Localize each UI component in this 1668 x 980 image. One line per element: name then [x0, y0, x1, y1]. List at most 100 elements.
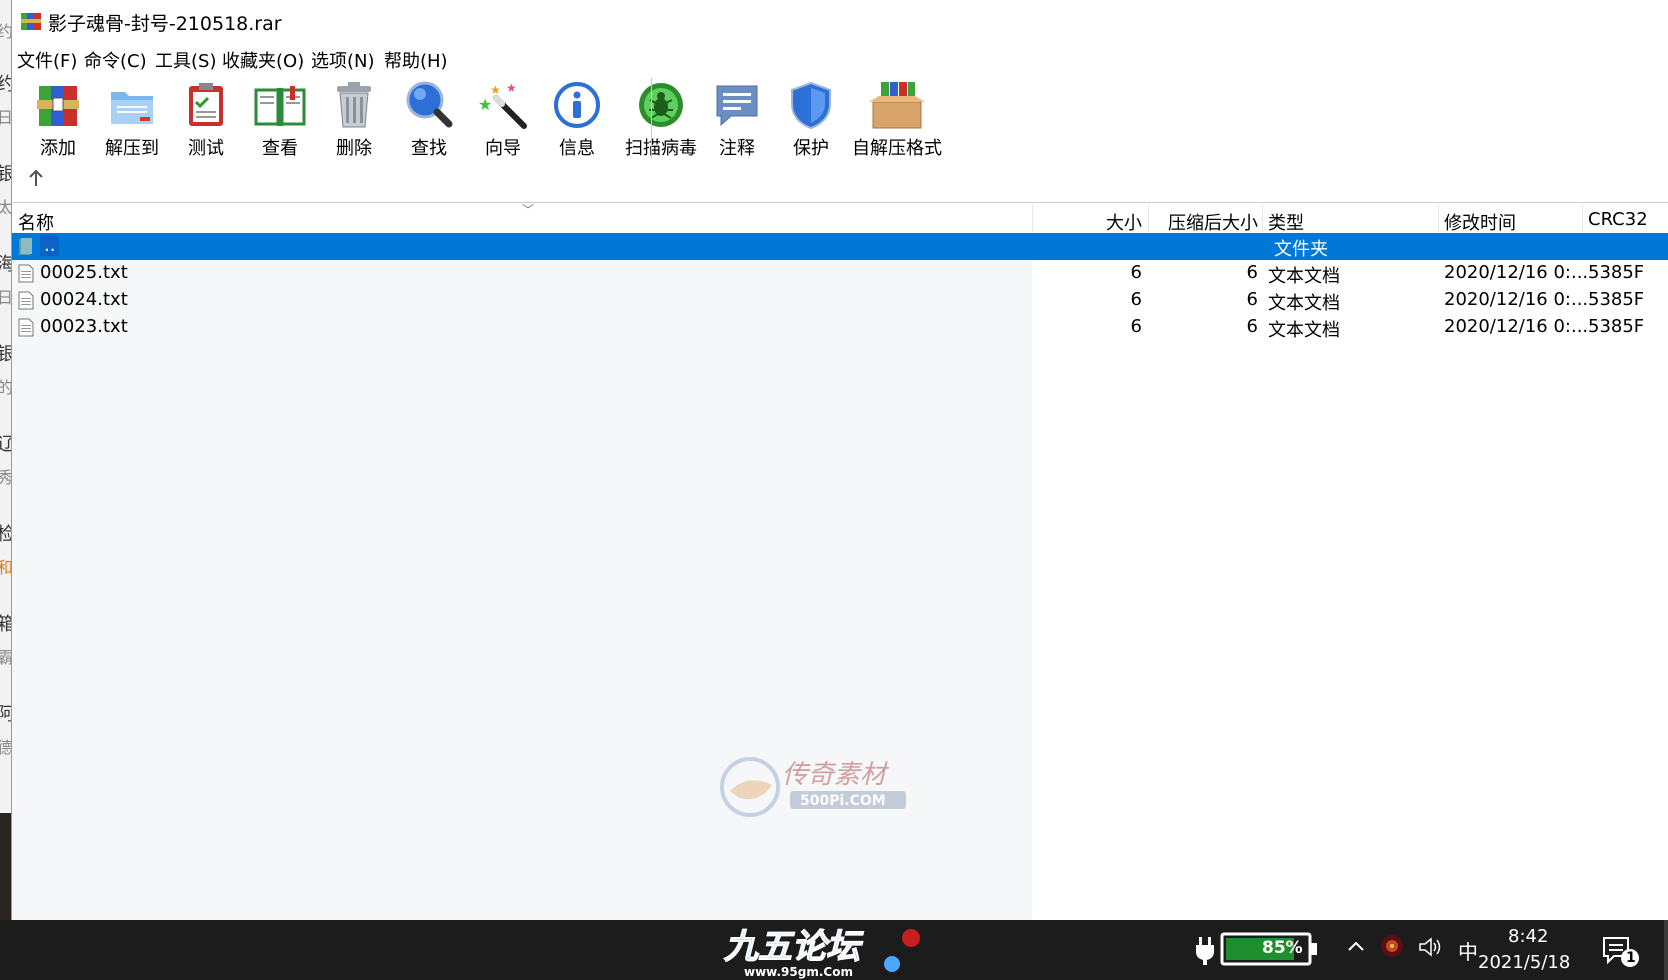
- volume-button[interactable]: [1418, 936, 1442, 963]
- winrar-window: 影子魂骨-封号-210518.rar 文件(F) 命令(C) 工具(S) 收藏夹…: [12, 0, 1668, 920]
- menu-commands[interactable]: 命令(C): [84, 47, 147, 73]
- up-one-level-button[interactable]: [26, 168, 50, 192]
- power-plug-icon: [1196, 937, 1214, 965]
- virus-scan-button[interactable]: 扫描病毒: [616, 76, 706, 166]
- menu-help[interactable]: 帮助(H): [384, 47, 448, 73]
- find-button[interactable]: 查找: [390, 76, 468, 166]
- notification-count: 1: [1626, 950, 1636, 966]
- clock-date[interactable]: 2021/5/18: [1478, 952, 1570, 973]
- tray-app-icon: [1381, 935, 1403, 957]
- svg-text:★: ★: [506, 81, 517, 95]
- extract-folder-icon: [111, 92, 153, 124]
- extract-to-button[interactable]: 解压到: [93, 76, 171, 166]
- sfx-box-icon: [869, 82, 925, 129]
- bg-glyph: 和: [0, 554, 11, 578]
- row-crc: 5385F: [1588, 316, 1645, 337]
- forum-logo-url: www.95gm.Com: [744, 965, 853, 979]
- row-modified: 2020/12/16 0:...: [1444, 262, 1589, 283]
- add-button[interactable]: 添加: [19, 76, 97, 166]
- tray-app-button[interactable]: [1380, 934, 1404, 963]
- folder-up-icon: [19, 238, 32, 255]
- watermark-url: 500Pi.COM: [800, 793, 886, 809]
- row-type: 文件夹: [1274, 239, 1328, 260]
- comment-button-label: 注释: [719, 138, 755, 159]
- menu-tools[interactable]: 工具(S): [155, 47, 216, 73]
- file-list-header: ﹀ 名称 大小 压缩后大小 类型 修改时间 CRC32: [12, 202, 1668, 234]
- column-size[interactable]: 大小: [1036, 209, 1142, 235]
- menu-options[interactable]: 选项(N): [311, 47, 375, 73]
- row-size: 6: [1130, 289, 1142, 310]
- show-hidden-icons-button[interactable]: [1346, 936, 1366, 961]
- row-packed: 6: [1246, 262, 1258, 283]
- view-button[interactable]: 查看: [241, 76, 319, 166]
- view-book-icon: [254, 86, 306, 126]
- window-title: 影子魂骨-封号-210518.rar: [48, 13, 282, 35]
- bg-glyph: 银: [0, 340, 11, 366]
- virus-scan-icon: [639, 83, 683, 127]
- list-row-file[interactable]: 00025.txt 6 6 文本文档 2020/12/16 0:... 5385…: [12, 260, 1668, 287]
- ime-indicator[interactable]: 中: [1458, 936, 1478, 965]
- column-modified[interactable]: 修改时间: [1444, 209, 1576, 235]
- bg-glyph: 海: [0, 250, 11, 276]
- sfx-button[interactable]: 自解压格式: [850, 76, 944, 166]
- wizard-button-label: 向导: [485, 138, 521, 159]
- arrow-up-icon: [29, 169, 43, 186]
- list-row-parent-folder[interactable]: .. 文件夹: [12, 233, 1668, 260]
- row-crc: 5385F: [1588, 262, 1645, 283]
- text-file-icon: [18, 318, 34, 337]
- menu-file[interactable]: 文件(F): [17, 47, 77, 73]
- column-crc32[interactable]: CRC32: [1588, 209, 1668, 230]
- menu-favorites[interactable]: 收藏夹(O): [222, 47, 304, 73]
- column-divider: [1582, 205, 1583, 232]
- svg-text:★: ★: [490, 83, 501, 97]
- test-clipboard-icon: [189, 83, 223, 126]
- extract-to-button-label: 解压到: [105, 138, 159, 159]
- row-type: 文本文档: [1268, 320, 1340, 341]
- watermark-logo: 传奇素材 500Pi.COM: [720, 757, 906, 817]
- file-list: .. 文件夹 00025.txt 6 6 文本文档 2020/12/16 0:.…: [12, 233, 1668, 920]
- row-modified: 2020/12/16 0:...: [1444, 316, 1589, 337]
- magnifier-icon: [406, 81, 453, 128]
- wizard-wand-icon: ★ ★ ★: [478, 81, 527, 129]
- column-divider: [1032, 205, 1033, 232]
- battery-percent: 85%: [1262, 938, 1303, 958]
- comment-button[interactable]: 注释: [698, 76, 776, 166]
- column-packed-size[interactable]: 压缩后大小: [1152, 209, 1258, 235]
- bg-glyph: 辽: [0, 430, 11, 456]
- wizard-button[interactable]: ★ ★ ★ 向导: [464, 76, 542, 166]
- info-button-label: 信息: [559, 138, 595, 159]
- delete-button[interactable]: 删除: [315, 76, 393, 166]
- shield-icon: [791, 81, 831, 130]
- column-name[interactable]: 名称: [18, 209, 978, 235]
- find-button-label: 查找: [411, 138, 447, 159]
- background-window-edge: 约 约 日 银 太 海 日 银 的 辽 秀 检 和 箱 霸 阿 德: [0, 0, 12, 920]
- bg-glyph: 秀: [0, 464, 11, 488]
- comment-icon: [716, 85, 758, 127]
- toolbar: 添加 解压到 测试 查看 删除 查找 ★ ★ ★ 向导 信息 扫描病毒 注释 保…: [12, 76, 1668, 166]
- bg-glyph: 日: [0, 104, 11, 128]
- list-row-file[interactable]: 00023.txt 6 6 文本文档 2020/12/16 0:... 5385…: [12, 314, 1668, 341]
- trash-icon: [337, 82, 371, 128]
- menu-bar: 文件(F) 命令(C) 工具(S) 收藏夹(O) 选项(N) 帮助(H): [12, 44, 1668, 74]
- info-icon: [554, 82, 600, 128]
- view-button-label: 查看: [262, 138, 298, 159]
- column-divider: [1438, 205, 1439, 232]
- row-packed: 6: [1246, 316, 1258, 337]
- virus-scan-button-label: 扫描病毒: [625, 138, 697, 159]
- column-type[interactable]: 类型: [1268, 209, 1428, 235]
- row-name: 00023.txt: [40, 316, 128, 337]
- clock-time[interactable]: 8:42: [1508, 926, 1548, 947]
- test-button[interactable]: 测试: [167, 76, 245, 166]
- row-type: 文本文档: [1268, 266, 1340, 287]
- test-button-label: 测试: [188, 138, 224, 159]
- bg-glyph: 约: [0, 18, 11, 42]
- title-bar[interactable]: 影子魂骨-封号-210518.rar: [12, 0, 1668, 42]
- column-divider: [1148, 205, 1149, 232]
- bg-glyph: 阿: [0, 700, 11, 726]
- list-row-file[interactable]: 00024.txt 6 6 文本文档 2020/12/16 0:... 5385…: [12, 287, 1668, 314]
- protect-button[interactable]: 保护: [772, 76, 850, 166]
- show-desktop-button[interactable]: [1664, 920, 1668, 980]
- toolbar-separator: [651, 78, 652, 158]
- text-file-icon: [18, 291, 34, 310]
- info-button[interactable]: 信息: [538, 76, 616, 166]
